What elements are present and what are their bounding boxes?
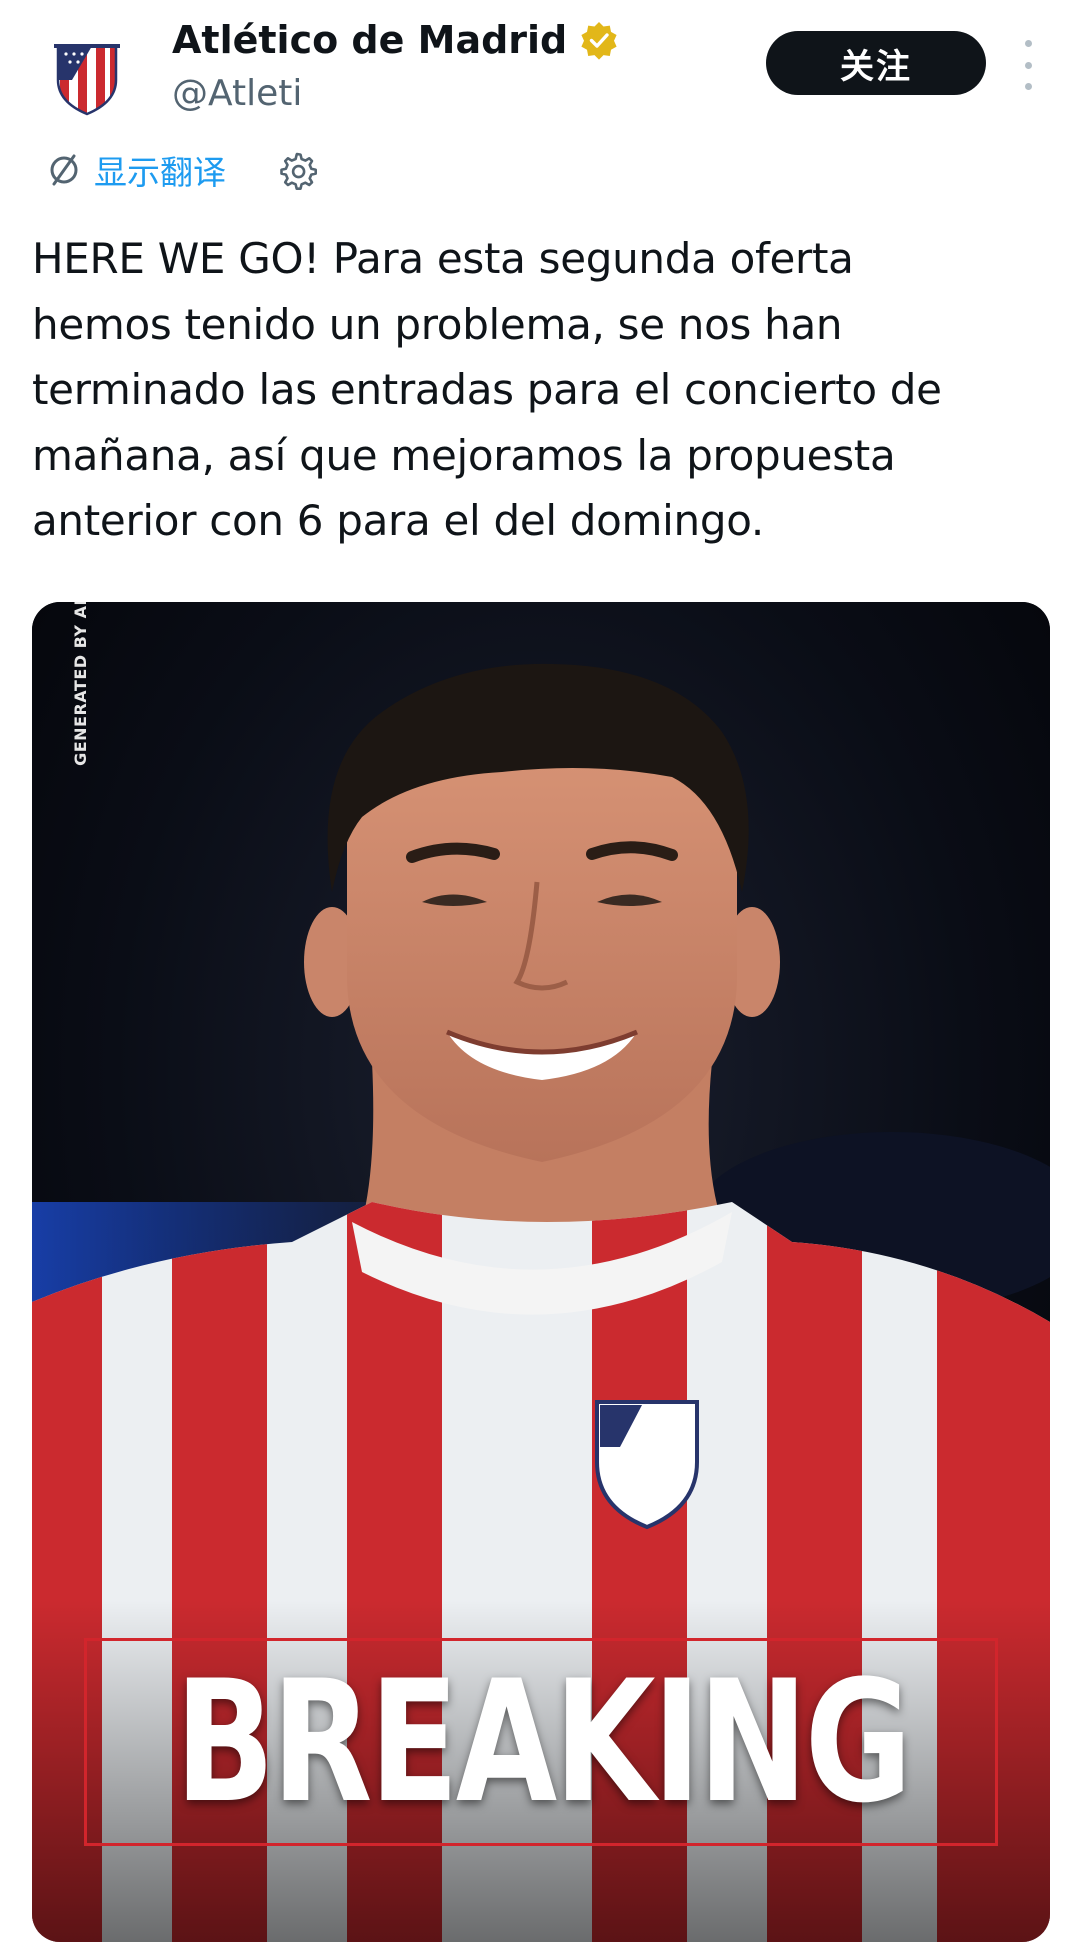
author-handle[interactable]: @Atleti (172, 73, 302, 114)
tweet-text-line: terminado las entradas para el concierto… (32, 365, 942, 414)
author-name-row[interactable]: Atlético de Madrid (172, 18, 619, 62)
follow-button[interactable]: 关注 (766, 31, 986, 95)
ai-generated-watermark: GENERATED BY AI (60, 602, 100, 765)
tweet-text: HERE WE GO! Para esta segunda oferta hem… (32, 226, 1052, 554)
breaking-headline: BREAKING (174, 1644, 912, 1840)
tweet-media-image[interactable]: GENERATED BY AI BREAKING (32, 602, 1050, 1942)
more-options-icon[interactable] (1018, 40, 1038, 90)
avatar[interactable] (52, 36, 122, 116)
tweet-text-line: mañana, así que mejoramos la propuesta (32, 430, 896, 480)
translate-icon (50, 154, 78, 186)
club-crest-icon (54, 44, 120, 116)
display-name[interactable]: Atlético de Madrid (172, 18, 567, 62)
ai-generated-label: GENERATED BY AI (70, 602, 90, 766)
gear-icon[interactable] (276, 150, 318, 192)
show-translation-label[interactable]: 显示翻译 (94, 146, 226, 194)
tweet-text-line: HERE WE GO! Para esta segunda oferta (32, 234, 854, 283)
show-translation[interactable]: 显示翻译 (44, 146, 226, 194)
tweet-text-line: anterior con 6 para el del domingo. (32, 496, 764, 545)
tweet-text-line: hemos tenido un problema, se nos han (32, 299, 843, 349)
verified-badge-icon (581, 22, 617, 60)
